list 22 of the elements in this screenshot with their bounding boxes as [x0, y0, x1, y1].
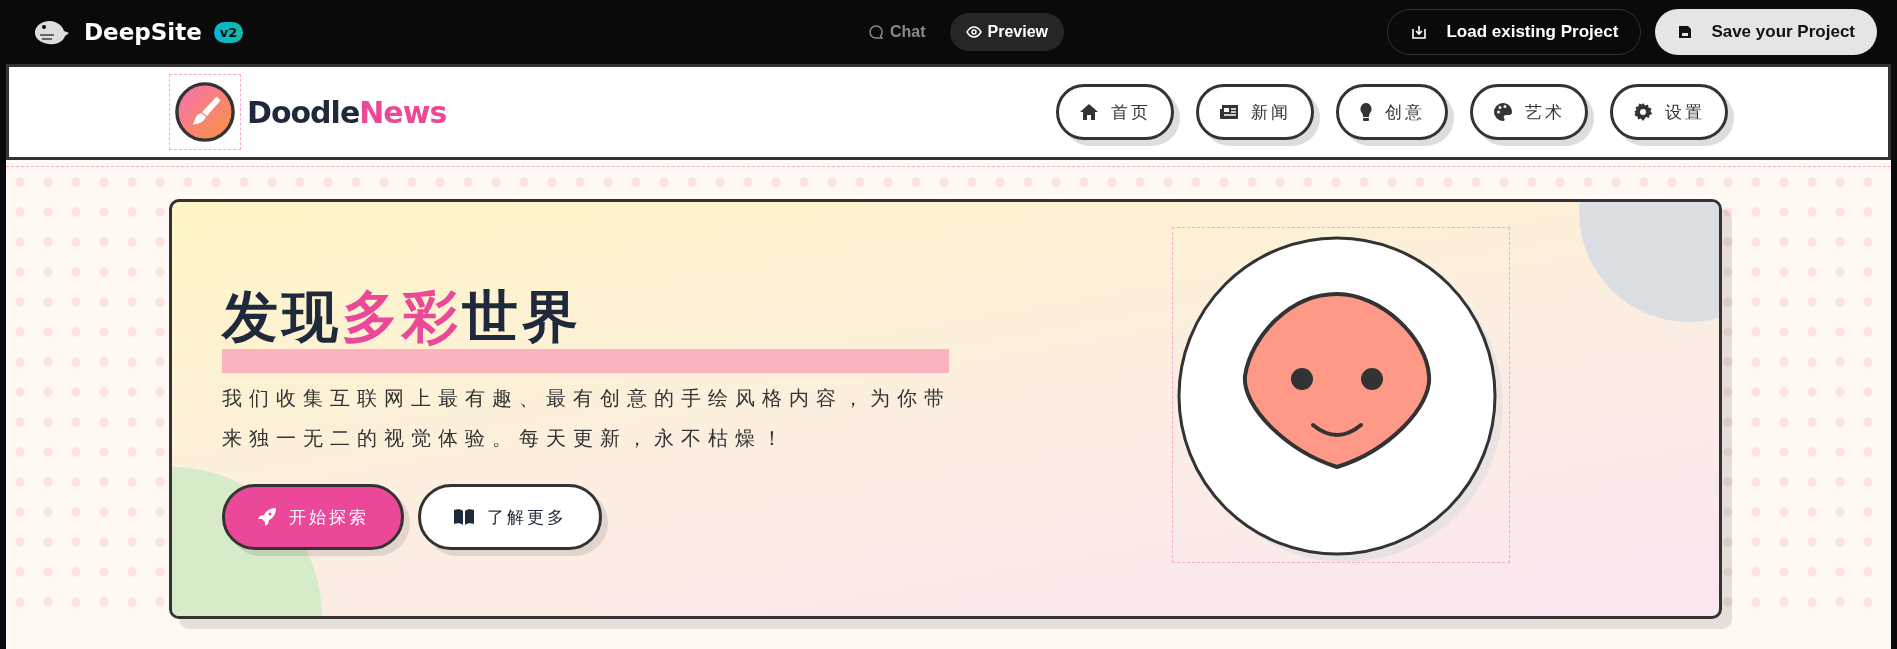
learn-more-button[interactable]: 了解更多 [418, 484, 602, 550]
paintbrush-logo-icon [174, 81, 236, 143]
settings-icon [1633, 102, 1653, 122]
download-tray-icon [1410, 23, 1429, 41]
hero-title: 发现多彩世界 [222, 282, 583, 351]
home-icon [1079, 103, 1099, 121]
newspaper-icon [1219, 104, 1239, 120]
open-book-icon [453, 508, 475, 526]
eye-icon [965, 24, 982, 40]
brand-name: DeepSite [84, 19, 202, 45]
rocket-icon [257, 507, 277, 527]
explore-button[interactable]: 开始探索 [222, 484, 404, 550]
site-logo-text: DoodleNews [247, 94, 447, 130]
chat-icon [868, 24, 884, 40]
version-badge: v2 [213, 21, 244, 43]
load-button[interactable]: Load existing Project [1387, 9, 1642, 55]
view-tab[interactable]: Chat [852, 13, 942, 51]
palette-icon [1493, 102, 1513, 122]
hero-description: 我们收集互联网上最有趣、最有创意的手绘风格内容，为你带来独一无二的视觉体验。每天更新，永不枯燥！ [222, 385, 952, 452]
save-button[interactable]: Save your Project [1655, 9, 1877, 55]
lightbulb-icon [1359, 102, 1373, 122]
view-tab[interactable]: Preview [949, 13, 1065, 51]
